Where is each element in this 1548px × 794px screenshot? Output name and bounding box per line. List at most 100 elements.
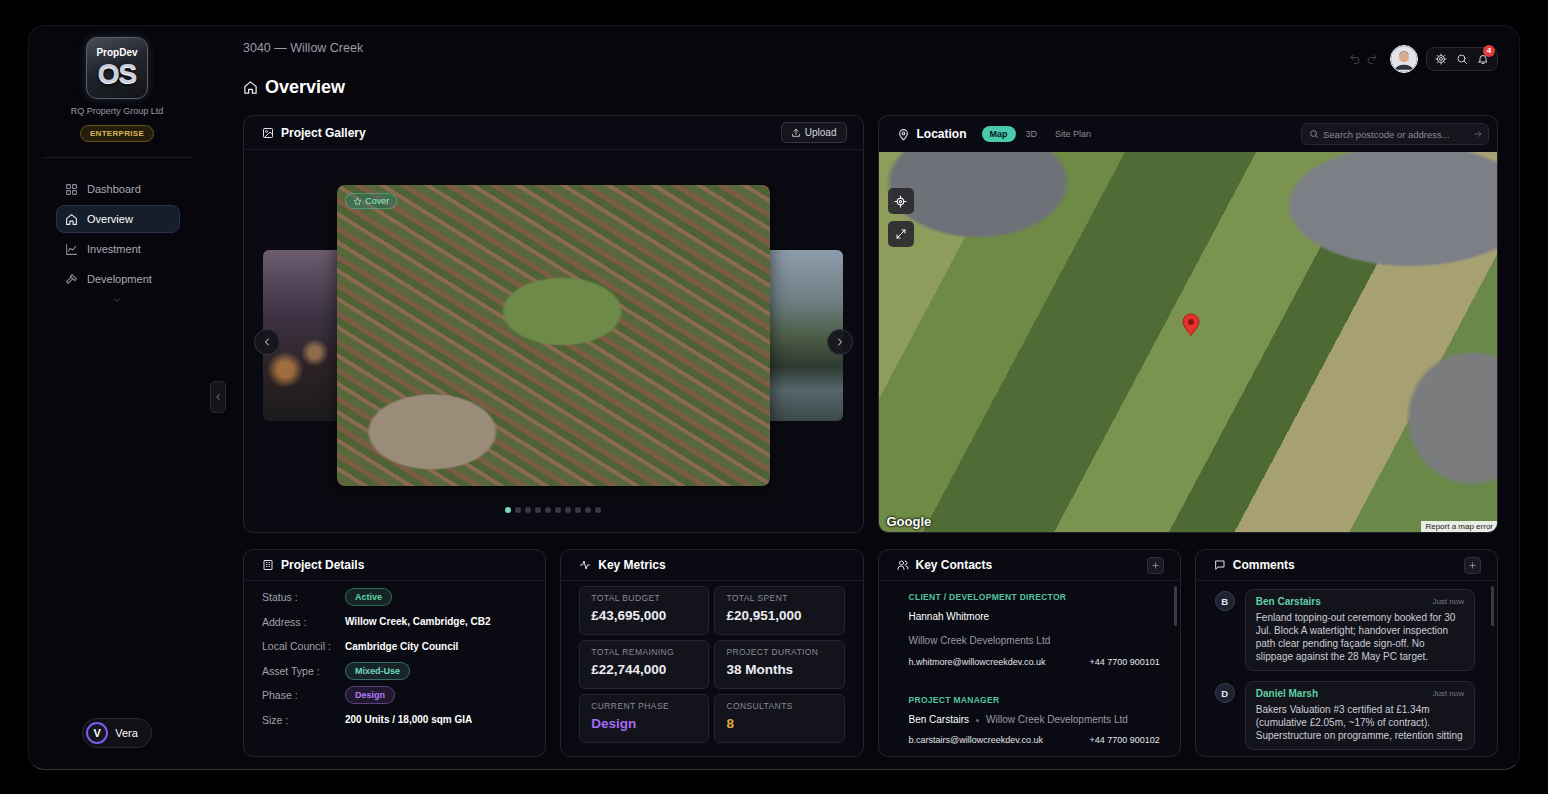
comment-header: Ben CarstairsJust now xyxy=(1256,596,1464,607)
profile-avatar[interactable] xyxy=(1390,45,1418,73)
panel-header: Comments xyxy=(1196,550,1497,581)
detail-row: Status :Active xyxy=(262,585,531,610)
map-pin-icon[interactable] xyxy=(1179,312,1203,336)
sidebar-item[interactable]: Overview xyxy=(56,205,180,233)
add-button[interactable] xyxy=(1147,557,1164,574)
contact-role: PROJECT MANAGER xyxy=(909,694,1160,706)
panel-title: Comments xyxy=(1233,558,1295,572)
home-icon xyxy=(243,80,258,95)
user-menu[interactable]: VVera xyxy=(82,718,152,748)
detail-row: Address :Willow Creek, Cambridge, CB2 xyxy=(262,610,531,635)
logo-main-text: OS xyxy=(98,59,136,89)
contact-name-row: Ben CarstairsWillow Creek Developments L… xyxy=(909,714,1160,726)
carousel-dot[interactable] xyxy=(565,507,571,513)
detail-label: Asset Type : xyxy=(262,665,345,677)
detail-label: Status : xyxy=(262,591,345,603)
panel-header: Project GalleryUpload xyxy=(244,116,863,150)
comment-avatar: D xyxy=(1215,683,1235,703)
contact-name: Ben Carstairs xyxy=(909,714,970,726)
crosshair-icon xyxy=(894,195,907,208)
detail-row: Local Council :Cambridge City Council xyxy=(262,634,531,659)
location-panel: Location Map3DSite Plan GoogleReport a map… xyxy=(878,115,1499,533)
carousel-dot[interactable] xyxy=(505,507,511,513)
map-tab[interactable]: 3D xyxy=(1018,126,1046,142)
expand-icon xyxy=(895,228,907,240)
map-tab[interactable]: Site Plan xyxy=(1047,126,1099,142)
detail-badge: Active xyxy=(345,588,392,606)
header-actions: 4 xyxy=(1349,44,1498,74)
contact-email[interactable]: h.whitmore@willowcreekdev.co.uk xyxy=(909,656,1046,668)
report-link[interactable]: Report a map error xyxy=(1421,521,1497,532)
breadcrumb: 3040 — Willow Creek xyxy=(243,41,363,56)
comment-text: Bakers Valuation #3 certified at £1.34m … xyxy=(1256,703,1464,742)
gear-icon[interactable] xyxy=(1435,53,1447,65)
plus-icon xyxy=(1468,561,1477,570)
carousel-dot[interactable] xyxy=(515,507,521,513)
scrollbar[interactable] xyxy=(1174,586,1177,626)
fullscreen-button[interactable] xyxy=(888,221,914,247)
cover-label: Cover xyxy=(365,196,389,206)
carousel-dot[interactable] xyxy=(575,507,581,513)
carousel-dot[interactable] xyxy=(525,507,531,513)
header-tools: 4 xyxy=(1426,47,1498,71)
address-search xyxy=(1301,123,1489,145)
sidebar-item[interactable]: Investment xyxy=(56,235,180,263)
comment-avatar: B xyxy=(1215,591,1235,611)
page-heading: 3040 — Willow CreekOverview xyxy=(243,41,363,115)
metric-value: Design xyxy=(591,716,697,731)
sidebar-item-label: Overview xyxy=(87,213,133,225)
comment-card: Ben CarstairsJust nowFenland topping-out… xyxy=(1245,589,1475,671)
comments-panel: Comments B Ben CarstairsJust nowFenland to… xyxy=(1195,549,1498,757)
carousel-dot[interactable] xyxy=(535,507,541,513)
carousel-dot[interactable] xyxy=(595,507,601,513)
carousel-dot[interactable] xyxy=(545,507,551,513)
chevron-down-icon[interactable] xyxy=(112,295,122,305)
previous-button[interactable] xyxy=(254,329,280,355)
next-button[interactable] xyxy=(827,329,853,355)
search-input[interactable] xyxy=(1323,129,1469,140)
sidebar-item-label: Development xyxy=(87,273,152,285)
metric-value: £20,951,000 xyxy=(726,608,832,623)
contact-phone[interactable]: +44 7700 900101 xyxy=(1089,656,1159,668)
panel-title: Location xyxy=(917,127,967,141)
chevron-left-icon xyxy=(213,392,223,402)
upload-label: Upload xyxy=(805,127,837,138)
add-button[interactable] xyxy=(1464,557,1481,574)
metrics-grid: TOTAL BUDGET£43,695,000TOTAL SPENT£20,95… xyxy=(561,581,862,743)
company-name: RQ Property Group Ltd xyxy=(71,106,164,116)
locate-button[interactable] xyxy=(888,188,914,214)
satellite-map[interactable]: GoogleReport a map error xyxy=(879,152,1498,532)
upload-button[interactable]: Upload xyxy=(781,122,847,143)
carousel-dot[interactable] xyxy=(555,507,561,513)
building-icon xyxy=(262,559,274,571)
logo[interactable]: PropDevOS xyxy=(86,37,148,99)
project-details-panel: Project DetailsStatus :ActiveAddress :Wi… xyxy=(243,549,546,757)
image-icon xyxy=(262,127,274,139)
carousel-dot[interactable] xyxy=(585,507,591,513)
sidebar-item[interactable]: Development xyxy=(56,265,180,293)
top-row: Project GalleryUpload Cover Location Map3DS… xyxy=(243,115,1498,533)
contact-phone[interactable]: +44 7700 900102 xyxy=(1089,734,1159,746)
cover-photo[interactable]: Cover xyxy=(337,185,770,486)
metric-label: PROJECT DURATION xyxy=(726,647,832,657)
detail-row: Phase :Design xyxy=(262,683,531,708)
map-tab[interactable]: Map xyxy=(982,126,1016,142)
detail-value: Cambridge City Council xyxy=(345,641,531,652)
pin-icon xyxy=(897,128,910,141)
sidebar-divider xyxy=(42,157,192,158)
notifications-button[interactable]: 4 xyxy=(1477,53,1489,65)
bottom-row: Project DetailsStatus :ActiveAddress :Wi… xyxy=(243,549,1498,757)
comment-header: Daniel MarshJust now xyxy=(1256,688,1464,699)
arrow-right-icon[interactable] xyxy=(1473,129,1483,139)
cover-badge: Cover xyxy=(345,193,397,209)
metric-label: TOTAL REMAINING xyxy=(591,647,697,657)
contact-email[interactable]: b.carstairs@willowcreekdev.co.uk xyxy=(909,734,1044,746)
sidebar-item[interactable]: Dashboard xyxy=(56,175,180,203)
contact-role: CLIENT / DEVELOPMENT DIRECTOR xyxy=(909,591,1160,603)
search-icon[interactable] xyxy=(1456,53,1468,65)
scrollbar[interactable] xyxy=(1491,586,1494,626)
user-name: Vera xyxy=(115,727,138,739)
collapse-sidebar-button[interactable] xyxy=(210,381,226,413)
metric-card: CONSULTANTS8 xyxy=(714,694,844,743)
contact-card: CLIENT / DEVELOPMENT DIRECTORHannah Whit… xyxy=(909,591,1160,668)
